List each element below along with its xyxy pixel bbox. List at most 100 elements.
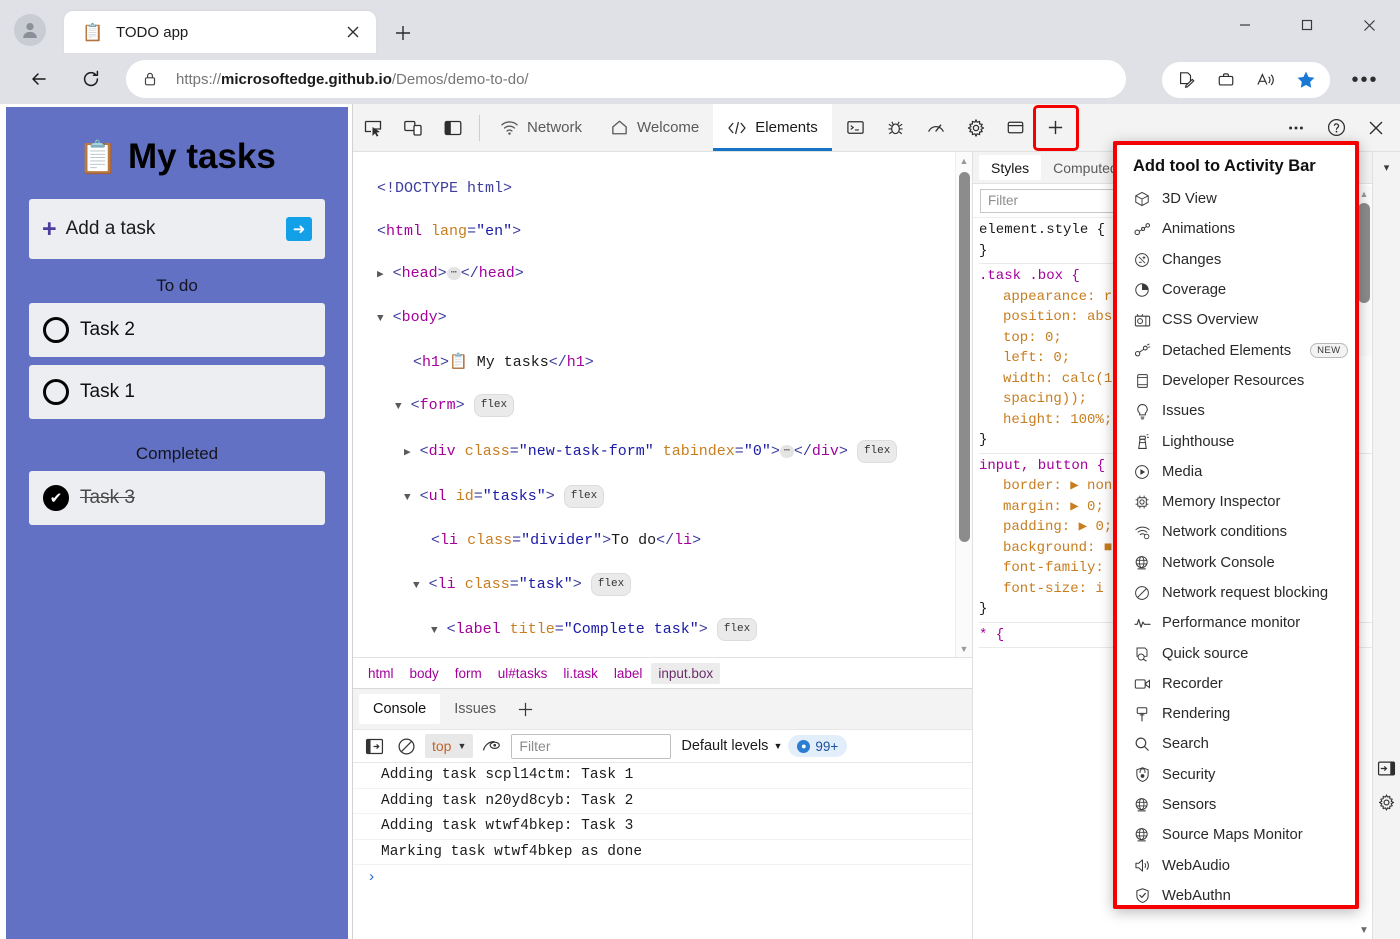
dom-tree-pane[interactable]: <!DOCTYPE html> <html lang="en"> ▶ <head… [353,152,972,657]
dom-line[interactable]: <h1>📋 My tasks</h1> [361,352,972,373]
breadcrumb-item[interactable]: html [361,663,401,684]
tab-elements[interactable]: Elements [713,104,832,151]
task-row[interactable]: Task 2 [29,303,325,357]
menu-item-issues[interactable]: Issues [1117,396,1355,426]
menu-item-performance-monitor[interactable]: Performance monitor [1117,608,1355,638]
menu-item-memory-inspector[interactable]: Memory Inspector [1117,487,1355,517]
breadcrumb-item[interactable]: label [607,663,650,684]
add-tool-plus-icon[interactable] [1036,108,1076,148]
read-aloud-icon[interactable] [1168,64,1204,96]
menu-item-webauthn[interactable]: WebAuthn [1117,881,1355,909]
add-task-input[interactable]: Add a task [66,218,156,240]
device-emulation-icon[interactable] [393,108,433,148]
menu-item-source-maps-monitor[interactable]: Source Maps Monitor [1117,820,1355,850]
dom-line[interactable]: <li class="divider">To do</li> [361,530,972,551]
dock-side-icon[interactable] [433,108,473,148]
css-selector[interactable]: * { [979,627,1004,643]
menu-item-detached-elements[interactable]: Detached Elements NEW [1117,335,1355,365]
tab-issues[interactable]: Issues [440,694,510,724]
performance-icon[interactable] [916,108,956,148]
browser-tab[interactable]: 📋 TODO app [64,11,376,53]
window-close-button[interactable] [1338,0,1400,50]
menu-item-changes[interactable]: Changes [1117,245,1355,275]
menu-item-security[interactable]: Security [1117,760,1355,790]
menu-item-network-console[interactable]: Network Console [1117,548,1355,578]
breadcrumb-item[interactable]: ul#tasks [491,663,555,684]
collections-icon[interactable] [1208,64,1244,96]
menu-item-rendering[interactable]: Rendering [1117,699,1355,729]
submit-task-button[interactable]: ➜ [286,217,312,241]
browser-more-button[interactable]: ••• [1344,62,1386,98]
dom-tree-scrollbar[interactable]: ▲ ▼ [955,152,972,657]
console-issues-badge[interactable]: ● 99+ [788,735,847,757]
menu-item-css-overview[interactable]: CSS Overview [1117,305,1355,335]
scrollbar-thumb[interactable] [1358,203,1370,303]
chevron-down-icon[interactable]: ▾ [1373,152,1400,182]
breadcrumb-item[interactable]: form [448,663,489,684]
task-checkbox[interactable] [43,379,69,405]
task-row[interactable]: ✔ Task 3 [29,471,325,525]
menu-item-recorder[interactable]: Recorder [1117,669,1355,699]
console-drawer-icon[interactable] [836,108,876,148]
add-drawer-tool-icon[interactable] [510,694,540,724]
breadcrumb-item-active[interactable]: input.box [651,663,720,684]
back-button[interactable] [20,60,58,98]
tab-welcome[interactable]: Welcome [596,104,713,151]
new-task-form[interactable]: + Add a task ➜ [29,199,325,259]
scrollbar-thumb[interactable] [959,172,970,542]
console-input-prompt[interactable]: › [353,865,972,891]
dom-line[interactable]: <!DOCTYPE html> [361,178,972,199]
tab-styles[interactable]: Styles [979,155,1041,180]
dock-drawer-icon[interactable] [1373,751,1400,785]
tab-network[interactable]: Network [486,104,596,151]
bug-issues-icon[interactable] [876,108,916,148]
breadcrumb-item[interactable]: li.task [556,663,605,684]
minimize-button[interactable] [1214,0,1276,50]
dom-line[interactable]: ▶ <head>⋯</head> [361,263,972,286]
dom-line[interactable]: <html lang="en"> [361,221,972,242]
profile-avatar[interactable] [14,14,46,46]
console-levels-dropdown[interactable]: Default levels ▼ [681,738,782,754]
console-filter-input[interactable]: Filter [511,734,671,759]
menu-item-3d-view[interactable]: 3D View [1117,184,1355,214]
settings-gear-icon[interactable] [1373,785,1400,819]
memory-icon[interactable] [996,108,1036,148]
menu-item-search[interactable]: Search [1117,729,1355,759]
tab-console[interactable]: Console [359,694,440,724]
settings-gear-icon[interactable] [956,108,996,148]
menu-item-animations[interactable]: Animations [1117,214,1355,244]
address-bar[interactable]: https://microsoftedge.github.io/Demos/de… [126,60,1126,98]
scroll-down-arrow[interactable]: ▼ [956,640,972,657]
menu-item-sensors[interactable]: Sensors [1117,790,1355,820]
menu-item-network-request-blocking[interactable]: Network request blocking [1117,578,1355,608]
menu-item-lighthouse[interactable]: Lighthouse [1117,426,1355,456]
menu-item-media[interactable]: Media [1117,457,1355,487]
dom-line[interactable]: ▼ <body> [361,307,972,330]
dom-line[interactable]: ▼ <label title="Complete task"> flex [361,618,972,642]
menu-item-developer-resources[interactable]: Developer Resources [1117,366,1355,396]
scroll-up-arrow[interactable]: ▲ [956,152,972,169]
close-icon[interactable] [340,19,366,45]
css-selector[interactable]: input, button { [979,458,1105,474]
dom-line[interactable]: ▼ <form> flex [361,394,972,418]
menu-item-network-conditions[interactable]: Network conditions [1117,517,1355,547]
breadcrumb-item[interactable]: body [403,663,446,684]
dom-line[interactable]: ▼ <ul id="tasks"> flex [361,485,972,509]
menu-item-webaudio[interactable]: WebAudio [1117,851,1355,881]
browser-essentials-icon[interactable] [1248,64,1284,96]
maximize-button[interactable] [1276,0,1338,50]
task-checkbox[interactable]: ✔ [43,485,69,511]
menu-item-coverage[interactable]: Coverage [1117,275,1355,305]
css-selector[interactable]: element.style { [979,222,1105,238]
dom-line[interactable]: ▶ <div class="new-task-form" tabindex="0… [361,440,972,464]
close-devtools-icon[interactable] [1356,108,1396,148]
reload-button[interactable] [72,60,110,98]
inspect-element-icon[interactable] [353,108,393,148]
new-tab-button[interactable] [388,19,418,47]
console-context-selector[interactable]: top ▼ [425,734,473,758]
css-selector[interactable]: .task .box { [979,268,1080,284]
favorites-star-icon[interactable] [1288,64,1324,96]
dom-line[interactable]: ▼ <li class="task"> flex [361,573,972,597]
lock-icon[interactable] [134,63,166,95]
menu-item-quick-source[interactable]: Quick source [1117,638,1355,668]
